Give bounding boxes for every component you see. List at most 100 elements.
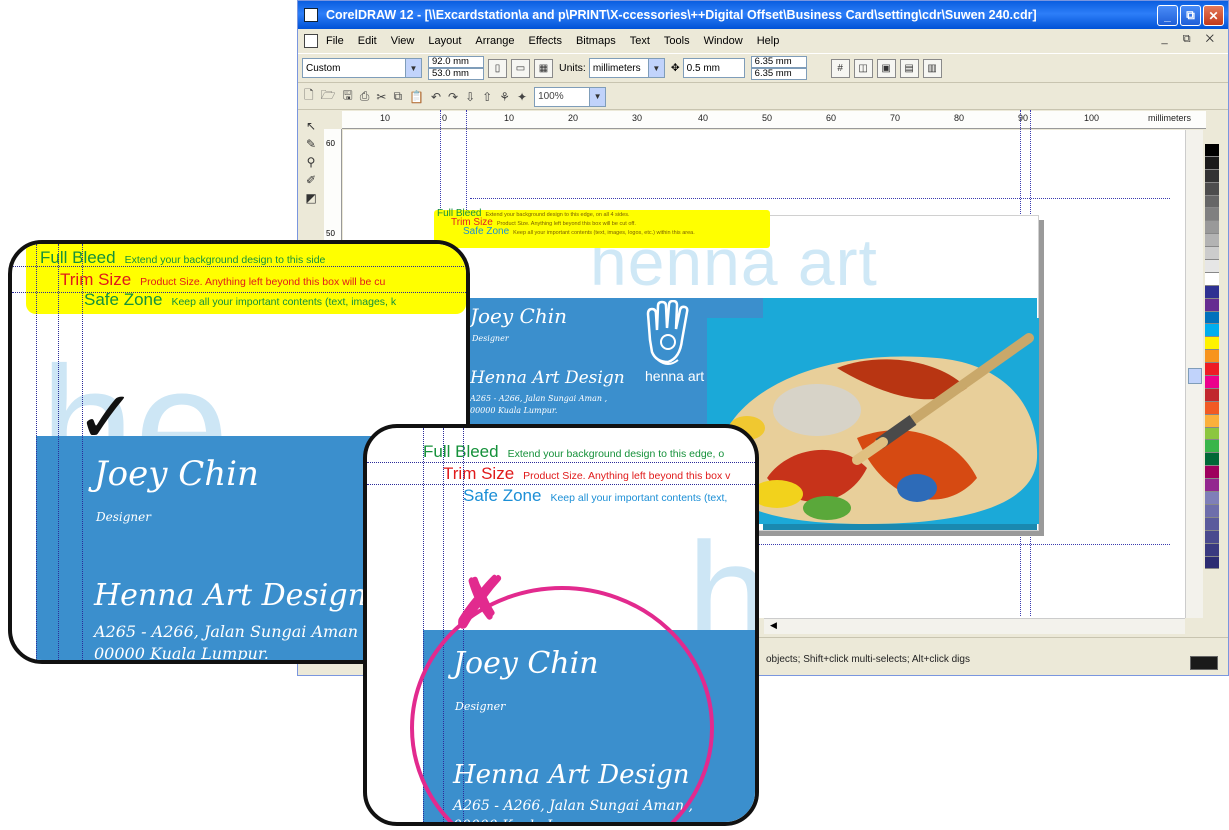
zoom-select[interactable]: 100% ▼: [534, 86, 607, 107]
palette-swatch[interactable]: [1205, 517, 1219, 531]
page-height-field[interactable]: 53.0 mm: [428, 68, 484, 80]
smart-fill-tool-icon[interactable]: ◩: [305, 191, 316, 205]
horizontal-scrollbar[interactable]: ◀: [764, 618, 1185, 634]
palette-swatch[interactable]: [1205, 234, 1219, 248]
duplicate-x-field[interactable]: 6.35 mm: [750, 56, 807, 68]
page-size-fields: 92.0 mm 53.0 mm: [428, 56, 484, 80]
palette-swatch[interactable]: [1205, 195, 1219, 209]
palette-swatch[interactable]: [1205, 324, 1219, 338]
launcher-icon[interactable]: ⚘: [499, 90, 510, 104]
maximize-button[interactable]: ⧉: [1180, 5, 1201, 26]
palette-swatch[interactable]: [1205, 492, 1219, 505]
ruler-tick: 60: [326, 139, 335, 148]
nudge-field[interactable]: 0.5 mm: [682, 58, 745, 78]
page-width-field[interactable]: 92.0 mm: [428, 56, 484, 68]
palette-swatch[interactable]: [1205, 388, 1219, 402]
palette-swatch[interactable]: [1205, 479, 1219, 493]
palette-swatch[interactable]: [1205, 182, 1219, 196]
nudge-icon: ✥: [670, 62, 680, 74]
palette-swatch[interactable]: [1205, 221, 1219, 235]
menu-view[interactable]: View: [391, 35, 415, 47]
open-icon[interactable]: 🗁: [321, 86, 336, 107]
edit-across-layers-icon[interactable]: ▤: [899, 58, 919, 78]
palette-swatch[interactable]: [1205, 260, 1219, 273]
palette-swatch[interactable]: [1205, 272, 1219, 286]
menu-window[interactable]: Window: [704, 35, 743, 47]
palette-swatch[interactable]: [1205, 556, 1219, 570]
palette-swatch[interactable]: [1205, 337, 1219, 351]
menu-bitmaps[interactable]: Bitmaps: [576, 35, 616, 47]
palette-swatch[interactable]: [1205, 156, 1219, 170]
import-icon[interactable]: ⇩: [465, 90, 475, 104]
legend-full-bleed: Full Bleed: [423, 442, 499, 461]
export-icon[interactable]: ⇧: [482, 90, 492, 104]
palette-swatch[interactable]: [1205, 453, 1219, 467]
palette-swatch[interactable]: [1205, 285, 1219, 299]
menu-help[interactable]: Help: [757, 35, 780, 47]
save-icon[interactable]: 🖫: [343, 86, 353, 107]
all-pages-icon[interactable]: ▦: [534, 58, 553, 78]
palette-swatch[interactable]: [1205, 363, 1219, 377]
legend-safe-zone-row: Safe Zone Keep all your important content…: [463, 486, 727, 506]
copy-icon[interactable]: ⧉: [393, 89, 402, 104]
redo-icon[interactable]: ↷: [448, 90, 458, 104]
paste-icon[interactable]: 📋: [409, 90, 424, 104]
zoom-tool-icon[interactable]: ⚲: [307, 155, 316, 169]
pick-tool-icon[interactable]: ↖: [306, 119, 316, 133]
palette-swatch[interactable]: [1205, 530, 1219, 544]
palette-swatch[interactable]: [1205, 504, 1219, 518]
app-icon: [304, 8, 318, 22]
menu-text[interactable]: Text: [630, 35, 650, 47]
palette-swatch[interactable]: [1205, 440, 1219, 454]
palette-swatch[interactable]: [1205, 466, 1219, 480]
units-select[interactable]: millimeters ▼: [588, 58, 665, 78]
document-window-controls[interactable]: _ ⧉ ✕: [1162, 33, 1220, 46]
guide-legend-small: Full Bleed Extend your background design …: [434, 209, 770, 248]
color-palette[interactable]: [1205, 144, 1219, 570]
vertical-scrollbar[interactable]: [1185, 130, 1203, 618]
paper-preset-select[interactable]: Custom ▼: [302, 58, 422, 78]
grid-icon[interactable]: #: [830, 58, 850, 78]
menu-layout[interactable]: Layout: [428, 35, 461, 47]
minimize-button[interactable]: _: [1157, 5, 1178, 26]
snap-icon[interactable]: ◫: [853, 58, 873, 78]
palette-swatch[interactable]: [1205, 247, 1219, 261]
options-icon[interactable]: ▥: [922, 58, 942, 78]
palette-swatch[interactable]: [1205, 144, 1219, 157]
portrait-icon[interactable]: ▯: [488, 58, 507, 78]
treat-as-filled-icon[interactable]: ▣: [876, 58, 896, 78]
palette-swatch[interactable]: [1205, 427, 1219, 441]
new-icon[interactable]: 🗋: [304, 86, 314, 107]
scroll-thumb[interactable]: [1188, 368, 1202, 384]
menu-tools[interactable]: Tools: [664, 35, 690, 47]
cut-icon[interactable]: ✂: [376, 90, 386, 104]
status-hint: objects; Shift+click multi-selects; Alt+…: [766, 654, 970, 665]
corel-online-icon[interactable]: ✦: [517, 90, 527, 104]
palette-swatch[interactable]: [1205, 169, 1219, 183]
print-icon[interactable]: ⎙: [360, 89, 370, 104]
undo-icon[interactable]: ↶: [431, 90, 441, 104]
close-button[interactable]: ✕: [1203, 5, 1224, 26]
landscape-icon[interactable]: ▭: [511, 58, 530, 78]
shape-tool-icon[interactable]: ✎: [306, 137, 316, 151]
scroll-left-icon[interactable]: ◀: [770, 620, 777, 631]
duplicate-y-field[interactable]: 6.35 mm: [750, 68, 807, 80]
palette-swatch[interactable]: [1205, 311, 1219, 325]
palette-swatch[interactable]: [1205, 414, 1219, 428]
freehand-tool-icon[interactable]: ✐: [306, 173, 316, 187]
legend-safe-zone: Safe Zone: [463, 226, 510, 237]
palette-swatch[interactable]: [1205, 350, 1219, 364]
menu-file[interactable]: File: [326, 35, 344, 47]
palette-swatch[interactable]: [1205, 401, 1219, 415]
guide-line: [367, 462, 755, 463]
ruler-units: millimeters: [1148, 113, 1192, 123]
menu-effects[interactable]: Effects: [529, 35, 562, 47]
menu-edit[interactable]: Edit: [358, 35, 377, 47]
menu-arrange[interactable]: Arrange: [475, 35, 514, 47]
outline-color-swatch: [1190, 656, 1218, 670]
palette-swatch[interactable]: [1205, 376, 1219, 389]
palette-swatch[interactable]: [1205, 298, 1219, 312]
palette-swatch[interactable]: [1205, 543, 1219, 557]
toolbox: ↖ ✎ ⚲ ✐ ◩: [300, 119, 322, 239]
palette-swatch[interactable]: [1205, 208, 1219, 222]
